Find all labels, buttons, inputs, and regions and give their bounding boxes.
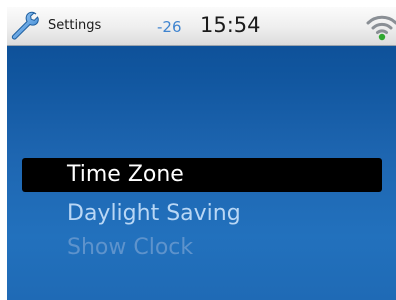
menu-item-show-clock[interactable]: Show Clock bbox=[22, 231, 382, 265]
settings-menu: Time Zone Daylight Saving Show Clock bbox=[7, 7, 396, 300]
device-screen: Settings -26 15:54 Time Zone Daylight Sa… bbox=[7, 7, 396, 300]
menu-item-time-zone[interactable]: Time Zone bbox=[22, 158, 382, 192]
menu-item-daylight-saving[interactable]: Daylight Saving bbox=[22, 197, 382, 231]
